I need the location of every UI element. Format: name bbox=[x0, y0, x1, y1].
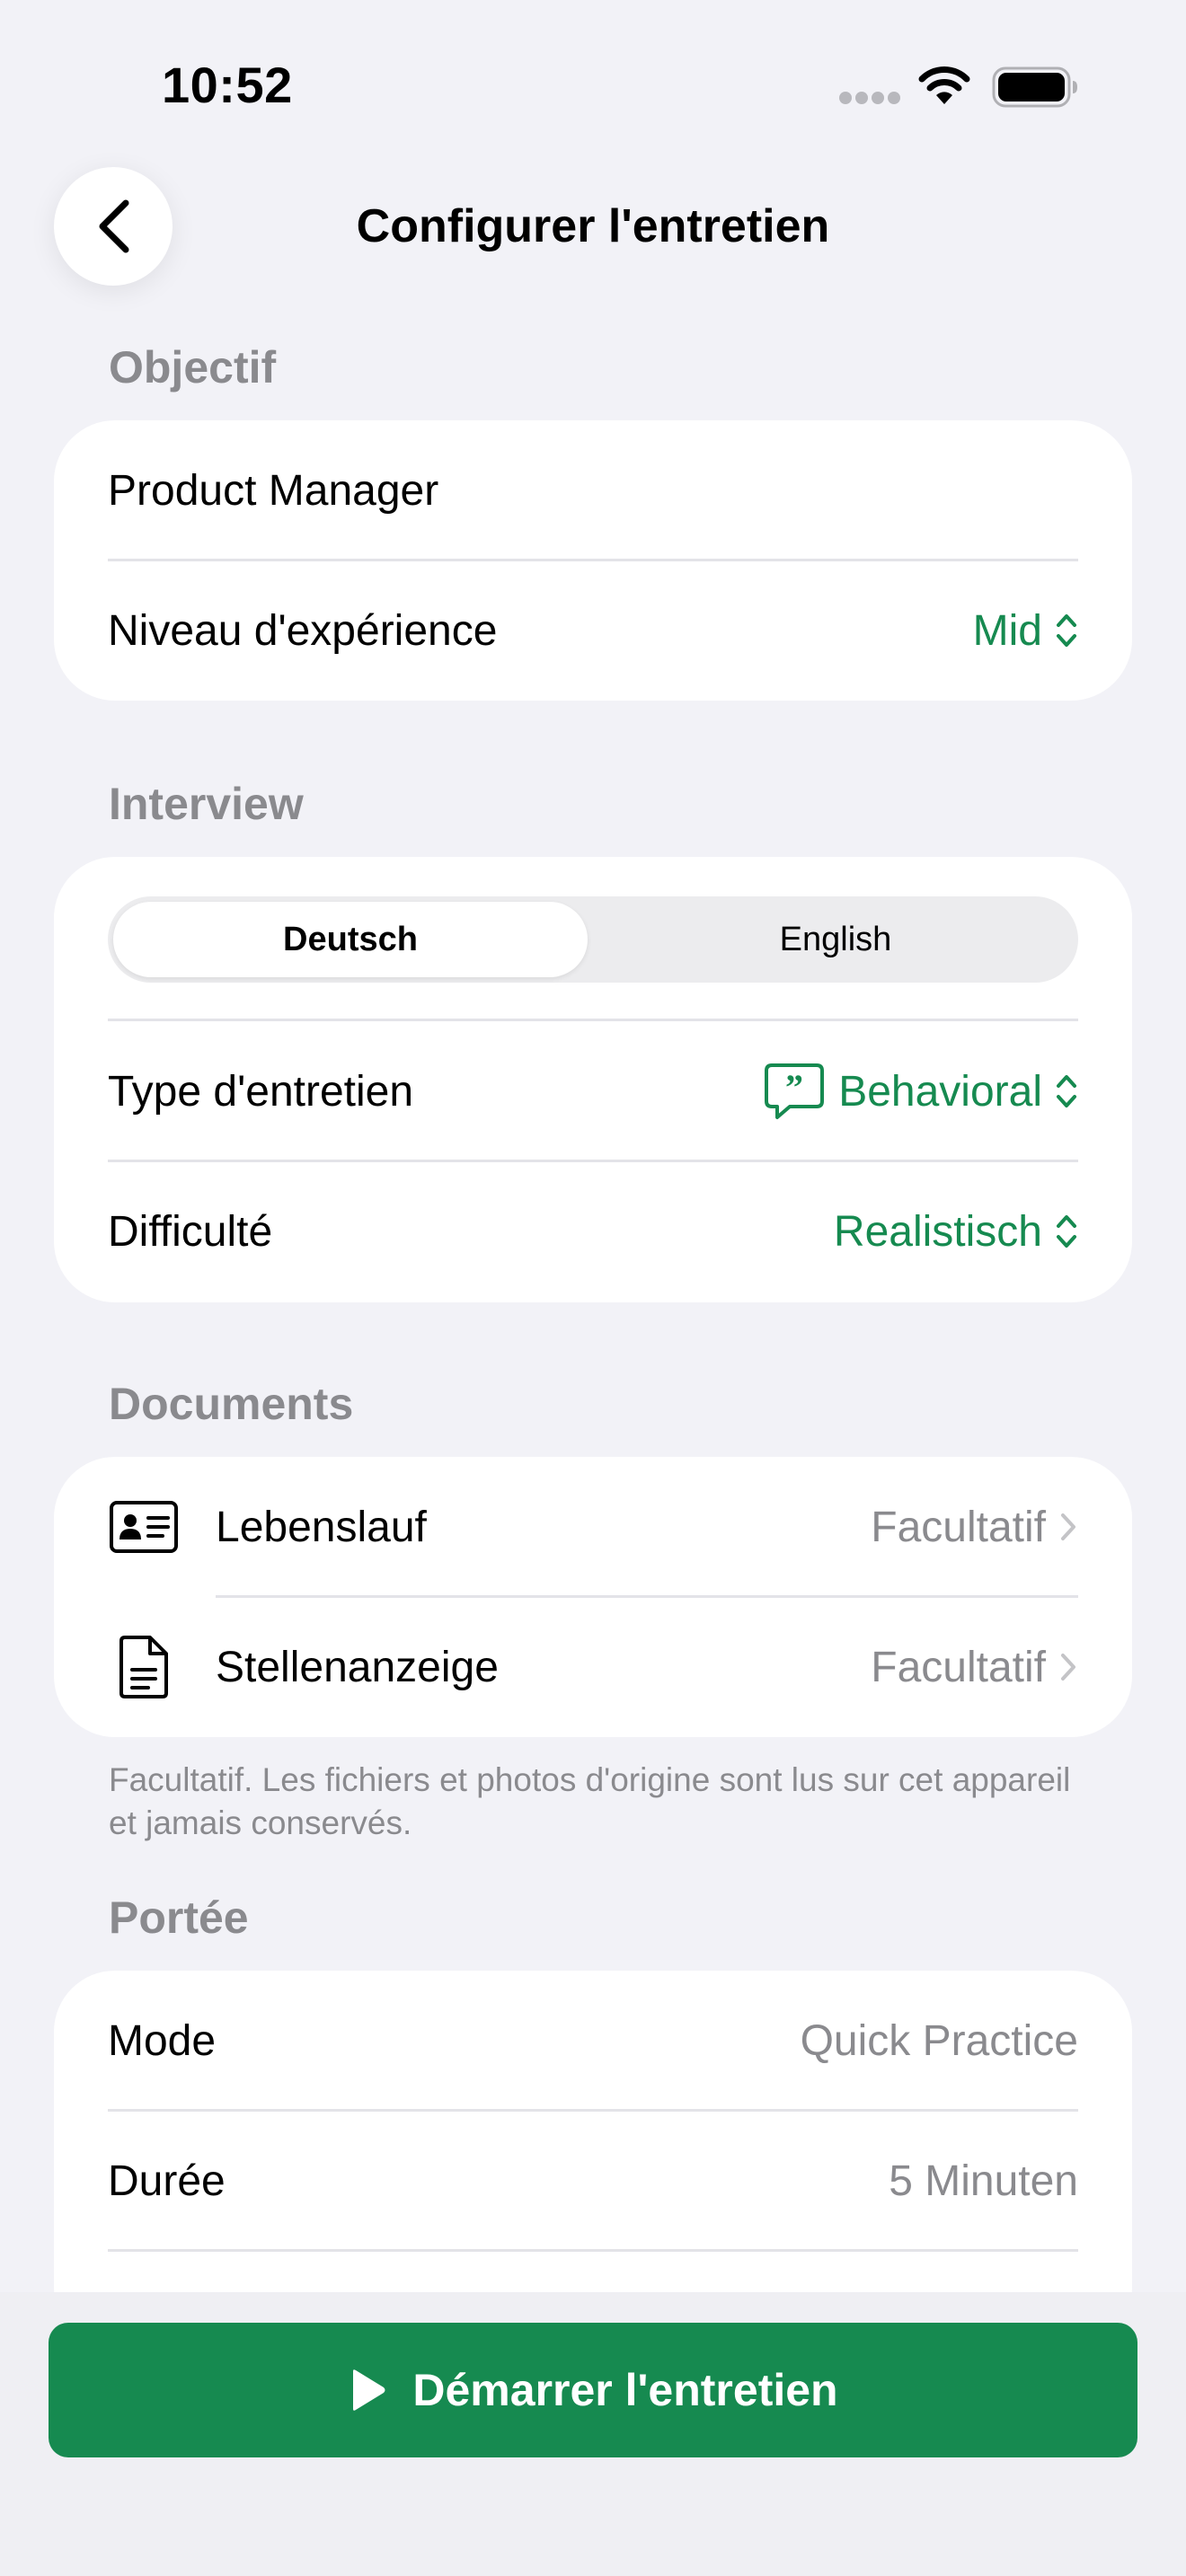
difficulty-value: Realistisch bbox=[833, 1207, 1042, 1256]
start-interview-label: Démarrer l'entretien bbox=[412, 2365, 838, 2415]
play-icon bbox=[353, 2369, 385, 2411]
difficulty-picker[interactable]: Difficulté Realistisch bbox=[54, 1161, 1132, 1301]
experience-level-label: Niveau d'expérience bbox=[108, 606, 498, 655]
difficulty-label: Difficulté bbox=[108, 1207, 273, 1256]
id-card-icon bbox=[108, 1500, 180, 1554]
chevron-up-down-icon bbox=[1057, 1075, 1076, 1107]
language-segmented-control: Deutsch English bbox=[108, 896, 1078, 983]
section-header-objectif: Objectif bbox=[109, 342, 277, 393]
interview-type-label: Type d'entretien bbox=[108, 1067, 414, 1116]
role-field[interactable]: Product Manager bbox=[54, 420, 1132, 560]
start-interview-button[interactable]: Démarrer l'entretien bbox=[49, 2323, 1137, 2457]
mode-value: Quick Practice bbox=[800, 2016, 1078, 2065]
portee-card: Mode Quick Practice Durée 5 Minuten bbox=[54, 1971, 1132, 2348]
document-value-group: Facultatif bbox=[871, 1503, 1078, 1552]
document-label-stellenanzeige: Stellenanzeige bbox=[216, 1643, 499, 1691]
mode-row[interactable]: Mode Quick Practice bbox=[54, 1971, 1132, 2111]
chevron-right-icon bbox=[1061, 1654, 1075, 1681]
duration-label: Durée bbox=[108, 2157, 226, 2205]
cellular-signal-icon bbox=[839, 92, 902, 106]
status-time: 10:52 bbox=[162, 57, 293, 113]
segment-english[interactable]: English bbox=[593, 896, 1078, 983]
experience-level-value-group: Mid bbox=[973, 606, 1078, 656]
wifi-icon bbox=[916, 63, 972, 108]
page-title: Configurer l'entretien bbox=[356, 200, 830, 252]
document-icon bbox=[108, 1634, 180, 1700]
section-header-documents: Documents bbox=[109, 1379, 354, 1429]
chevron-right-icon bbox=[1061, 1513, 1075, 1540]
document-label-lebenslauf: Lebenslauf bbox=[216, 1503, 427, 1551]
interview-card: Deutsch English Type d'entretien ” Behav… bbox=[54, 857, 1132, 1302]
quote-bubble-icon: ” bbox=[765, 1063, 825, 1119]
document-value-group: Facultatif bbox=[871, 1643, 1078, 1692]
objectif-card: Product Manager Niveau d'expérience Mid bbox=[54, 420, 1132, 701]
divider bbox=[108, 2249, 1078, 2252]
document-status-stellenanzeige: Facultatif bbox=[871, 1643, 1046, 1691]
difficulty-value-group: Realistisch bbox=[834, 1207, 1078, 1257]
documents-footnote: Facultatif. Les fichiers et photos d'ori… bbox=[109, 1761, 1071, 1841]
duration-row[interactable]: Durée 5 Minuten bbox=[54, 2111, 1132, 2251]
svg-text:”: ” bbox=[785, 1067, 803, 1107]
experience-level-value: Mid bbox=[972, 606, 1042, 655]
role-value: Product Manager bbox=[108, 466, 439, 515]
section-header-interview: Interview bbox=[109, 779, 304, 829]
experience-level-picker[interactable]: Niveau d'expérience Mid bbox=[54, 560, 1132, 701]
mode-label: Mode bbox=[108, 2016, 217, 2065]
document-row-lebenslauf[interactable]: Lebenslauf Facultatif bbox=[54, 1457, 1132, 1597]
chevron-up-down-icon bbox=[1057, 614, 1076, 647]
interview-type-picker[interactable]: Type d'entretien ” Behavioral bbox=[54, 1021, 1132, 1161]
segment-deutsch[interactable]: Deutsch bbox=[108, 896, 593, 983]
duration-value: 5 Minuten bbox=[889, 2157, 1078, 2205]
battery-icon bbox=[992, 66, 1078, 108]
chevron-up-down-icon bbox=[1057, 1215, 1076, 1248]
interview-type-value: Behavioral bbox=[838, 1067, 1042, 1116]
interview-type-value-group: ” Behavioral bbox=[763, 1062, 1078, 1121]
section-header-portee: Portée bbox=[109, 1892, 249, 1943]
documents-card: Lebenslauf Facultatif Stellenanzeige Fac… bbox=[54, 1457, 1132, 1737]
document-row-stellenanzeige[interactable]: Stellenanzeige Facultatif bbox=[54, 1597, 1132, 1737]
document-status-lebenslauf: Facultatif bbox=[871, 1503, 1046, 1551]
